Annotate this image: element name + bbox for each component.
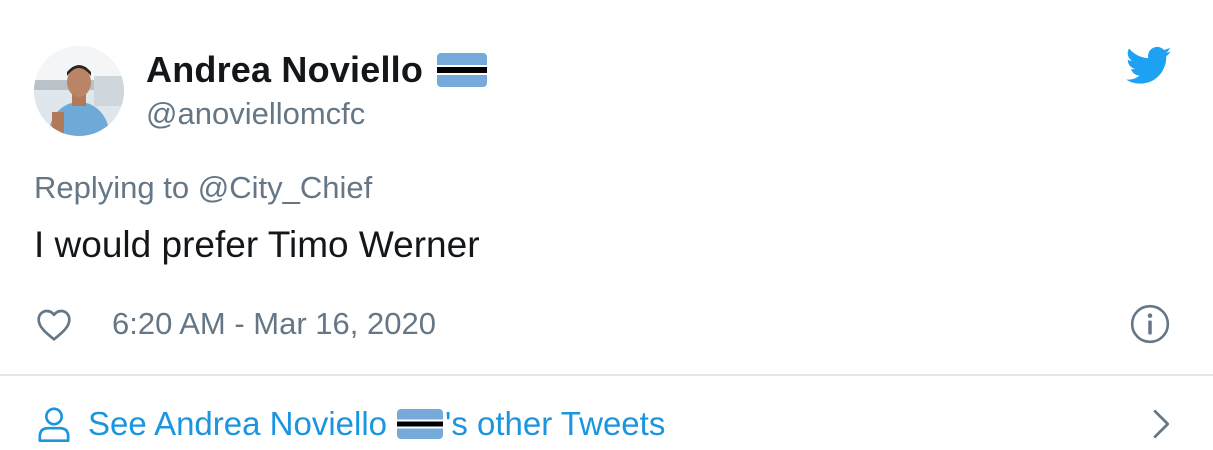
tweet-text: I would prefer Timo Werner — [34, 224, 480, 265]
twitter-bird-icon[interactable] — [1126, 46, 1172, 86]
info-icon[interactable] — [1129, 303, 1171, 345]
divider — [0, 374, 1213, 376]
see-other-tweets-prefix: See Andrea Noviello — [88, 405, 388, 442]
person-icon — [38, 407, 70, 442]
see-other-tweets-suffix: 's other Tweets — [445, 405, 666, 442]
see-other-tweets-link[interactable]: See Andrea Noviello 's other Tweets — [34, 400, 1179, 448]
replying-to-line: Replying to @City_Chief — [34, 170, 372, 206]
replying-to-handle-link[interactable]: @City_Chief — [198, 170, 372, 205]
author-name-row: Andrea Noviello — [146, 48, 488, 92]
tweet-timestamp[interactable]: 6:20 AM - Mar 16, 2020 — [112, 306, 436, 342]
author-display-name[interactable]: Andrea Noviello — [146, 49, 423, 91]
heart-icon[interactable] — [34, 304, 74, 344]
tweet-meta-row: 6:20 AM - Mar 16, 2020 — [34, 302, 436, 346]
chevron-right-icon[interactable] — [1143, 406, 1179, 442]
avatar-image — [34, 46, 124, 136]
replying-to-label: Replying to — [34, 170, 190, 205]
author-handle[interactable]: @anoviellomcfc — [146, 96, 365, 132]
botswana-flag-icon — [397, 409, 444, 439]
tweet-card: Andrea Noviello @anoviellomcfc Replying … — [0, 0, 1213, 450]
see-other-tweets-label: See Andrea Noviello 's other Tweets — [88, 405, 665, 443]
avatar[interactable] — [34, 46, 124, 136]
botswana-flag-icon — [437, 53, 488, 87]
